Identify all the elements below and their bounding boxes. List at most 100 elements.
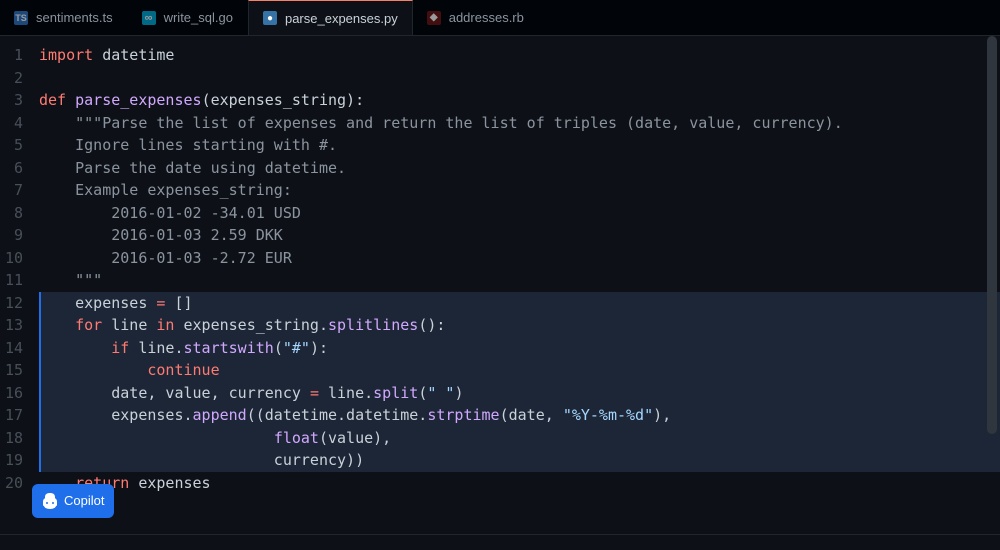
code-token: "%Y-%m-%d" <box>563 404 653 427</box>
code-token: """ <box>75 269 102 292</box>
code-token: expenses <box>129 472 210 495</box>
python-icon: ● <box>263 11 277 25</box>
code-token: def <box>39 89 66 112</box>
code-token: strptime <box>427 404 499 427</box>
code-token: expenses_string. <box>174 314 328 337</box>
code-line[interactable]: Ignore lines starting with #. <box>39 134 1000 157</box>
code-token: """Parse the list of expenses and return… <box>75 112 843 135</box>
code-token <box>39 112 75 135</box>
tab-write-sql-go[interactable]: ∞ write_sql.go <box>128 0 248 35</box>
go-icon: ∞ <box>142 11 156 25</box>
code-token <box>39 224 111 247</box>
code-token: 2016-01-02 -34.01 USD <box>111 202 301 225</box>
code-token: splitlines <box>328 314 418 337</box>
code-token: expenses. <box>39 404 193 427</box>
code-token: = <box>156 292 165 315</box>
code-line[interactable]: import datetime <box>39 44 1000 67</box>
code-token: line. <box>319 382 373 405</box>
code-token <box>39 157 75 180</box>
copilot-label: Copilot <box>64 490 104 513</box>
code-token: ( <box>274 337 283 360</box>
tab-parse-expenses-py[interactable]: ● parse_expenses.py <box>248 0 413 35</box>
code-token: if <box>111 337 129 360</box>
code-token: ) <box>454 382 463 405</box>
line-number: 3 <box>0 89 33 112</box>
line-number-gutter: 1234567891011121314151617181920 <box>0 36 33 534</box>
code-token: float <box>274 427 319 450</box>
code-token: [] <box>165 292 192 315</box>
code-token: Parse the date using datetime. <box>75 157 346 180</box>
code-token: line <box>102 314 156 337</box>
code-line[interactable]: 2016-01-03 -2.72 EUR <box>39 247 1000 270</box>
code-token: (date, <box>500 404 563 427</box>
code-token: parse_expenses <box>75 89 201 112</box>
line-number: 2 <box>0 67 33 90</box>
copilot-icon <box>42 493 58 509</box>
line-number: 18 <box>0 427 33 450</box>
code-line[interactable]: Parse the date using datetime. <box>39 157 1000 180</box>
code-line[interactable]: """Parse the list of expenses and return… <box>39 112 1000 135</box>
line-number: 7 <box>0 179 33 202</box>
footer-bar <box>0 534 1000 550</box>
copilot-button[interactable]: Copilot <box>32 484 114 519</box>
line-number: 11 <box>0 269 33 292</box>
code-token: Example expenses_string: <box>75 179 292 202</box>
code-token: 2016-01-03 -2.72 EUR <box>111 247 292 270</box>
code-token <box>39 202 111 225</box>
code-line[interactable]: return expenses <box>39 472 1000 495</box>
code-line[interactable]: expenses = [] <box>39 292 1000 315</box>
code-editor[interactable]: 1234567891011121314151617181920 import d… <box>0 36 1000 534</box>
line-number: 8 <box>0 202 33 225</box>
code-token: startswith <box>184 337 274 360</box>
tabbar: TS sentiments.ts ∞ write_sql.go ● parse_… <box>0 0 1000 36</box>
code-token <box>39 427 274 450</box>
code-token: = <box>310 382 319 405</box>
code-token <box>39 269 75 292</box>
code-line[interactable]: date, value, currency = line.split(" ") <box>39 382 1000 405</box>
code-token: ( <box>418 382 427 405</box>
line-number: 13 <box>0 314 33 337</box>
code-area[interactable]: import datetimedef parse_expenses(expens… <box>33 36 1000 534</box>
code-token <box>39 337 111 360</box>
code-token: import <box>39 44 93 67</box>
tab-label: write_sql.go <box>164 10 233 25</box>
code-line[interactable]: 2016-01-03 2.59 DKK <box>39 224 1000 247</box>
code-line[interactable]: def parse_expenses(expenses_string): <box>39 89 1000 112</box>
tab-label: sentiments.ts <box>36 10 113 25</box>
code-line[interactable]: 2016-01-02 -34.01 USD <box>39 202 1000 225</box>
code-token <box>39 314 75 337</box>
line-number: 9 <box>0 224 33 247</box>
code-token <box>39 359 147 382</box>
code-token: (value), <box>319 427 391 450</box>
line-number: 12 <box>0 292 33 315</box>
line-number: 19 <box>0 449 33 472</box>
code-token: ((datetime.datetime. <box>247 404 428 427</box>
code-line[interactable] <box>39 67 1000 90</box>
line-number: 15 <box>0 359 33 382</box>
line-number: 14 <box>0 337 33 360</box>
tab-label: parse_expenses.py <box>285 11 398 26</box>
code-line[interactable]: currency)) <box>39 449 1000 472</box>
code-token: date, value, currency <box>39 382 310 405</box>
code-token: expenses <box>39 292 156 315</box>
code-token <box>39 134 75 157</box>
line-number: 5 <box>0 134 33 157</box>
tab-sentiments-ts[interactable]: TS sentiments.ts <box>0 0 128 35</box>
code-line[interactable]: for line in expenses_string.splitlines()… <box>39 314 1000 337</box>
code-token: ): <box>310 337 328 360</box>
scrollbar-thumb[interactable] <box>987 36 997 434</box>
line-number: 6 <box>0 157 33 180</box>
code-token: (): <box>418 314 445 337</box>
code-line[interactable]: Example expenses_string: <box>39 179 1000 202</box>
code-token: for <box>75 314 102 337</box>
code-token: split <box>373 382 418 405</box>
vertical-scrollbar[interactable] <box>987 36 997 534</box>
tab-addresses-rb[interactable]: ◆ addresses.rb <box>413 0 539 35</box>
code-line[interactable]: continue <box>39 359 1000 382</box>
code-token: line. <box>129 337 183 360</box>
code-line[interactable]: """ <box>39 269 1000 292</box>
code-line[interactable]: if line.startswith("#"): <box>39 337 1000 360</box>
code-line[interactable]: expenses.append((datetime.datetime.strpt… <box>39 404 1000 427</box>
code-line[interactable]: float(value), <box>39 427 1000 450</box>
code-token: Ignore lines starting with #. <box>75 134 337 157</box>
